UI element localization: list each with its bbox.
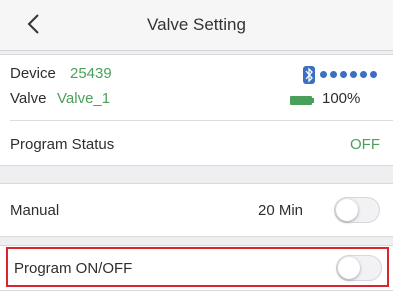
valve-label: Valve [10, 90, 47, 107]
program-toggle[interactable] [336, 255, 382, 281]
program-status-label: Program Status [10, 136, 115, 153]
nav-bar: Valve Setting [0, 0, 393, 51]
signal-dot [340, 71, 347, 78]
device-id: 25439 [70, 65, 112, 82]
signal-dot [330, 71, 337, 78]
program-label: Program ON/OFF [14, 260, 133, 277]
bluetooth-icon [303, 66, 315, 84]
signal-dots-icon [320, 71, 377, 79]
battery-level: 100% [322, 90, 361, 107]
program-row: Program ON/OFF [0, 245, 393, 291]
signal-dot [350, 71, 357, 78]
battery-icon [290, 96, 314, 105]
manual-toggle[interactable] [334, 197, 380, 223]
signal-dot [360, 71, 367, 78]
device-info-card: Device 25439 Valve Valve_1 100% Program … [0, 54, 393, 166]
manual-label: Manual [10, 202, 60, 219]
divider [10, 120, 393, 121]
valve-name: Valve_1 [57, 90, 111, 107]
signal-dot [320, 71, 327, 78]
toggle-knob [336, 199, 358, 221]
toggle-knob [338, 257, 360, 279]
device-label: Device [10, 65, 56, 82]
page-title: Valve Setting [147, 15, 246, 34]
signal-dot [370, 71, 377, 78]
manual-duration[interactable]: 20 Min [258, 202, 303, 219]
manual-row: Manual 20 Min [0, 183, 393, 237]
program-status-value: OFF [350, 136, 380, 153]
